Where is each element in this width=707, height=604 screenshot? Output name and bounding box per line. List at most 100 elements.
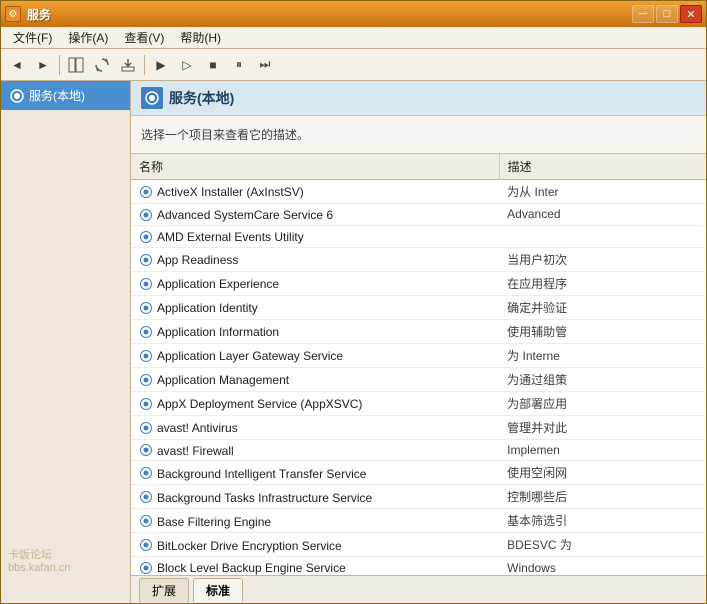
service-name: Application Layer Gateway Service — [157, 349, 343, 363]
table-row[interactable]: AMD External Events Utility — [131, 225, 706, 247]
table-row[interactable]: App Readiness当用户初次 — [131, 247, 706, 271]
service-row-icon — [139, 277, 153, 291]
table-row[interactable]: Application Identity确定并验证 — [131, 295, 706, 319]
service-desc-cell: 控制哪些后 — [499, 485, 706, 509]
refresh-button[interactable] — [90, 53, 114, 77]
service-row-icon — [139, 253, 153, 267]
export-icon — [120, 57, 136, 73]
menu-view[interactable]: 查看(V) — [116, 27, 172, 48]
service-desc-cell: BDESVC 为 — [499, 533, 706, 557]
service-desc-cell: 当用户初次 — [499, 247, 706, 271]
service-name-cell: AppX Deployment Service (AppXSVC) — [131, 391, 499, 415]
sidebar: 服务(本地) — [1, 81, 131, 603]
table-row[interactable]: avast! Antivirus管理并对此 — [131, 415, 706, 439]
service-name-cell: AMD External Events Utility — [131, 225, 499, 247]
service-name: Background Intelligent Transfer Service — [157, 466, 366, 480]
table-row[interactable]: Background Tasks Infrastructure Service控… — [131, 485, 706, 509]
service-name-cell: Application Identity — [131, 295, 499, 319]
service-desc-cell: 为从 Inter — [499, 180, 706, 204]
table-row[interactable]: AppX Deployment Service (AppXSVC)为部署应用 — [131, 391, 706, 415]
tab-standard[interactable]: 标准 — [193, 578, 243, 602]
main-window: ⚙ 服务 ─ □ ✕ 文件(F) 操作(A) 查看(V) 帮助(H) ◄ ► — [0, 0, 707, 604]
minimize-button[interactable]: ─ — [632, 5, 654, 23]
tab-extended[interactable]: 扩展 — [139, 578, 189, 602]
close-button[interactable]: ✕ — [680, 5, 702, 23]
forward-button[interactable]: ► — [31, 53, 55, 77]
service-row-icon — [139, 208, 153, 222]
service-desc-cell: 基本筛选引 — [499, 509, 706, 533]
service-name: Application Information — [157, 325, 279, 339]
service-name-cell: ActiveX Installer (AxInstSV) — [131, 180, 499, 204]
restart-button[interactable]: ⏭ — [253, 53, 277, 77]
service-name-cell: Background Tasks Infrastructure Service — [131, 485, 499, 509]
title-bar-controls: ─ □ ✕ — [632, 5, 702, 23]
service-name-cell: Application Information — [131, 319, 499, 343]
services-table-container[interactable]: 名称 描述 ActiveX Installer (AxInstSV) 为从 Int… — [131, 154, 706, 575]
show-hide-button[interactable] — [64, 53, 88, 77]
sidebar-item-label: 服务(本地) — [29, 87, 85, 104]
status-bar: 扩展 标准 — [131, 575, 706, 603]
panel-header: 服务(本地) — [131, 81, 706, 116]
table-row[interactable]: BitLocker Drive Encryption ServiceBDESVC… — [131, 533, 706, 557]
service-name: Advanced SystemCare Service 6 — [157, 208, 333, 222]
play-button[interactable]: ▶ — [149, 53, 173, 77]
service-desc-cell: 使用空闲网 — [499, 461, 706, 485]
service-row-icon — [139, 325, 153, 339]
menu-help[interactable]: 帮助(H) — [172, 27, 229, 48]
service-name-cell: Advanced SystemCare Service 6 — [131, 204, 499, 226]
service-name-cell: Background Intelligent Transfer Service — [131, 461, 499, 485]
service-name: avast! Firewall — [157, 443, 234, 457]
panel-header-title: 服务(本地) — [169, 88, 234, 108]
service-desc-cell: 为通过组策 — [499, 367, 706, 391]
toolbar-separator-2 — [144, 55, 145, 75]
service-name: ActiveX Installer (AxInstSV) — [157, 185, 304, 199]
toolbar: ◄ ► ▶ ▷ ■ ⏸ ⏭ — [1, 49, 706, 81]
service-rows: ActiveX Installer (AxInstSV)为从 InterAdva… — [131, 180, 706, 576]
service-desc-cell: Windows — [499, 557, 706, 575]
table-row[interactable]: Base Filtering Engine 基本筛选引 — [131, 509, 706, 533]
service-name: Application Experience — [157, 277, 279, 291]
table-row[interactable]: ActiveX Installer (AxInstSV) 为从 Inter — [131, 180, 706, 204]
service-row-icon — [139, 373, 153, 387]
service-name-cell: Application Experience — [131, 271, 499, 295]
service-row-icon — [139, 230, 153, 244]
table-row[interactable]: Application Management 为通过组策 — [131, 367, 706, 391]
menu-file[interactable]: 文件(F) — [5, 27, 60, 48]
export-button[interactable] — [116, 53, 140, 77]
service-row-icon — [139, 466, 153, 480]
toolbar-separator-1 — [59, 55, 60, 75]
col-desc[interactable]: 描述 — [499, 154, 706, 180]
back-button[interactable]: ◄ — [5, 53, 29, 77]
service-row-icon — [139, 185, 153, 199]
title-bar: ⚙ 服务 ─ □ ✕ — [1, 1, 706, 27]
col-name[interactable]: 名称 — [131, 154, 499, 180]
play2-button[interactable]: ▷ — [175, 53, 199, 77]
service-desc-cell: 在应用程序 — [499, 271, 706, 295]
pause-button[interactable]: ⏸ — [227, 53, 251, 77]
service-name: AMD External Events Utility — [157, 230, 304, 244]
maximize-button[interactable]: □ — [656, 5, 678, 23]
table-row[interactable]: Advanced SystemCare Service 6 Advanced — [131, 204, 706, 226]
services-table: 名称 描述 ActiveX Installer (AxInstSV) 为从 Int… — [131, 154, 706, 575]
service-name: Base Filtering Engine — [157, 514, 271, 528]
table-row[interactable]: Background Intelligent Transfer Service 使… — [131, 461, 706, 485]
service-row-icon — [139, 421, 153, 435]
stop-button[interactable]: ■ — [201, 53, 225, 77]
service-desc-cell: Advanced — [499, 204, 706, 226]
table-row[interactable]: Block Level Backup Engine ServiceWindows — [131, 557, 706, 575]
menu-bar: 文件(F) 操作(A) 查看(V) 帮助(H) — [1, 27, 706, 49]
menu-action[interactable]: 操作(A) — [60, 27, 116, 48]
service-name: Application Management — [157, 373, 289, 387]
services-icon — [9, 88, 25, 104]
main-content: 服务(本地) 服务(本地) 选择一个项目来查看它的描述。 — [1, 81, 706, 603]
service-row-icon — [139, 397, 153, 411]
table-row[interactable]: avast! FirewallImplemen — [131, 439, 706, 461]
table-row[interactable]: Application Experience 在应用程序 — [131, 271, 706, 295]
description-panel: 选择一个项目来查看它的描述。 — [131, 116, 706, 154]
table-row[interactable]: Application Layer Gateway Service为 Inter… — [131, 343, 706, 367]
sidebar-item-local-services[interactable]: 服务(本地) — [1, 81, 130, 110]
title-bar-left: ⚙ 服务 — [5, 6, 51, 23]
description-text: 选择一个项目来查看它的描述。 — [141, 128, 309, 142]
table-row[interactable]: Application Information使用辅助管 — [131, 319, 706, 343]
service-row-icon — [139, 301, 153, 315]
